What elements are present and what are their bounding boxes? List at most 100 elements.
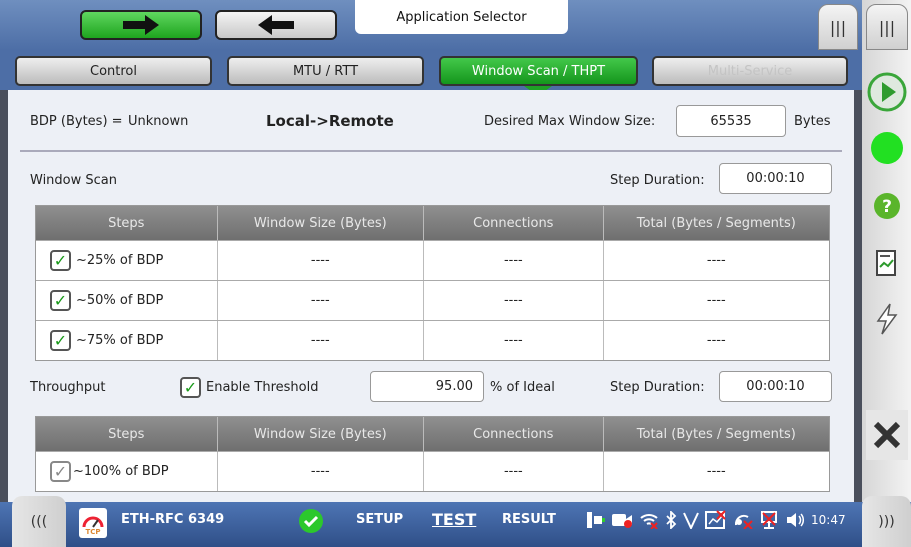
menu-icon: ||| bbox=[878, 17, 896, 37]
table-header: Steps Window Size (Bytes) Connections To… bbox=[36, 417, 829, 451]
start-button[interactable] bbox=[866, 70, 908, 114]
satellite-icon bbox=[734, 514, 753, 529]
threshold-input[interactable]: 95.00 bbox=[370, 371, 484, 402]
menu-icon: ||| bbox=[829, 17, 847, 37]
help-button[interactable]: ? bbox=[866, 188, 908, 224]
dock-right-button[interactable]: ))) bbox=[862, 496, 911, 547]
status-led-icon bbox=[871, 132, 903, 164]
back-arrow-icon bbox=[258, 15, 294, 35]
application-selector[interactable]: Application Selector bbox=[355, 0, 568, 34]
window-scan-title: Window Scan bbox=[30, 173, 117, 188]
volume-icon bbox=[787, 513, 805, 527]
table-row: ✓ ~75% of BDP ---- ---- ---- bbox=[36, 320, 829, 360]
direction-label: Local->Remote bbox=[266, 112, 394, 130]
application-selector-label: Application Selector bbox=[396, 9, 527, 25]
divider bbox=[20, 150, 842, 152]
step-cell: ✓ ~75% of BDP bbox=[36, 321, 217, 360]
connections-cell: ---- bbox=[423, 452, 603, 491]
close-icon bbox=[873, 421, 901, 449]
window-size-cell: ---- bbox=[216, 241, 423, 280]
throughput-step-label: Step Duration: bbox=[610, 380, 705, 395]
bluetooth-icon bbox=[666, 511, 677, 529]
desired-window-label: Desired Max Window Size: bbox=[484, 114, 656, 129]
check-icon: ✓ bbox=[53, 331, 68, 350]
ideal-label: % of Ideal bbox=[490, 380, 555, 395]
table-row: ✓ ~25% of BDP ---- ---- ---- bbox=[36, 240, 829, 280]
desired-window-input[interactable]: 65535 bbox=[676, 105, 786, 137]
connections-cell: ---- bbox=[423, 281, 603, 320]
system-tray: 10:47 bbox=[585, 509, 846, 531]
connections-cell: ---- bbox=[423, 321, 603, 360]
throughput-step-input[interactable]: 00:00:10 bbox=[719, 371, 832, 402]
lightning-icon bbox=[876, 303, 898, 335]
menu-tab-2[interactable]: ||| bbox=[866, 4, 908, 50]
total-cell: ---- bbox=[602, 241, 829, 280]
back-button[interactable] bbox=[215, 10, 337, 40]
column-header: Connections bbox=[423, 417, 603, 451]
table-header: Steps Window Size (Bytes) Connections To… bbox=[36, 206, 829, 240]
window-size-cell: ---- bbox=[216, 321, 423, 360]
gauge-icon bbox=[82, 516, 104, 528]
check-icon: ✓ bbox=[183, 378, 198, 397]
step-label: ~25% of BDP bbox=[76, 253, 164, 268]
result-link[interactable]: RESULT bbox=[502, 512, 556, 527]
window-scan-step-input[interactable]: 00:00:10 bbox=[719, 163, 832, 194]
tcp-test-badge[interactable]: TCP bbox=[79, 508, 107, 538]
desired-window-unit: Bytes bbox=[794, 114, 831, 129]
chevrons-left-icon: ((( bbox=[30, 513, 48, 530]
forward-arrow-icon bbox=[123, 15, 159, 35]
column-header: Steps bbox=[108, 426, 145, 442]
step-label: ~100% of BDP bbox=[73, 464, 169, 479]
help-icon: ? bbox=[874, 193, 900, 219]
enable-threshold-checkbox[interactable]: ✓ bbox=[180, 377, 201, 398]
bdp-value: Unknown bbox=[128, 114, 189, 129]
status-led bbox=[866, 128, 908, 168]
enable-threshold-label: Enable Threshold bbox=[206, 380, 319, 395]
lightning-button[interactable] bbox=[866, 300, 908, 338]
tab-mtu-rtt[interactable]: MTU / RTT bbox=[227, 56, 424, 86]
column-header: Total (Bytes / Segments) bbox=[602, 417, 829, 451]
check-icon: ✓ bbox=[53, 251, 68, 270]
report-button[interactable] bbox=[866, 246, 908, 282]
test-link[interactable]: TEST bbox=[432, 510, 476, 529]
menu-tab-1[interactable]: ||| bbox=[818, 4, 858, 50]
wifi-icon bbox=[640, 514, 658, 529]
check-icon: ✓ bbox=[53, 462, 68, 481]
step-cell: ✓ ~100% of BDP bbox=[36, 452, 217, 491]
window-scan-table: Steps Window Size (Bytes) Connections To… bbox=[35, 205, 830, 361]
close-button[interactable] bbox=[866, 410, 908, 460]
column-header: Window Size (Bytes) bbox=[216, 206, 423, 240]
step-checkbox[interactable]: ✓ bbox=[50, 290, 71, 311]
step-label: ~50% of BDP bbox=[76, 293, 164, 308]
step-cell: ✓ ~50% of BDP bbox=[36, 281, 217, 320]
step-cell: ✓ ~25% of BDP bbox=[36, 241, 217, 280]
step-checkbox[interactable]: ✓ bbox=[50, 330, 71, 351]
bdp-label: BDP (Bytes) = bbox=[30, 114, 123, 129]
forward-button[interactable] bbox=[80, 10, 202, 40]
svg-text:?: ? bbox=[882, 197, 892, 217]
step-checkbox[interactable]: ✓ bbox=[50, 250, 71, 271]
tab-control[interactable]: Control bbox=[15, 56, 212, 86]
tcp-badge-label: TCP bbox=[85, 528, 101, 536]
connections-cell: ---- bbox=[423, 241, 603, 280]
step-label: ~75% of BDP bbox=[76, 333, 164, 348]
v-icon bbox=[683, 512, 699, 529]
test-name: ETH-RFC 6349 bbox=[121, 512, 225, 527]
setup-link[interactable]: SETUP bbox=[356, 512, 403, 527]
table-row: ✓ ~50% of BDP ---- ---- ---- bbox=[36, 280, 829, 320]
chart-icon bbox=[705, 510, 726, 529]
connector-icon bbox=[587, 512, 605, 528]
dock-left-button[interactable]: ((( bbox=[12, 496, 66, 547]
check-icon: ✓ bbox=[53, 291, 68, 310]
test-ok-icon bbox=[299, 509, 323, 533]
window-size-cell: ---- bbox=[216, 452, 423, 491]
throughput-title: Throughput bbox=[30, 380, 106, 395]
clock: 10:47 bbox=[811, 513, 846, 527]
table-row: ✓ ~100% of BDP ---- ---- ---- bbox=[36, 451, 829, 491]
throughput-table: Steps Window Size (Bytes) Connections To… bbox=[35, 416, 830, 492]
column-header: Connections bbox=[423, 206, 603, 240]
chevrons-right-icon: ))) bbox=[878, 513, 895, 530]
total-cell: ---- bbox=[602, 281, 829, 320]
tab-window-scan-thpt[interactable]: Window Scan / THPT bbox=[439, 56, 638, 86]
column-header: Total (Bytes / Segments) bbox=[602, 206, 829, 240]
